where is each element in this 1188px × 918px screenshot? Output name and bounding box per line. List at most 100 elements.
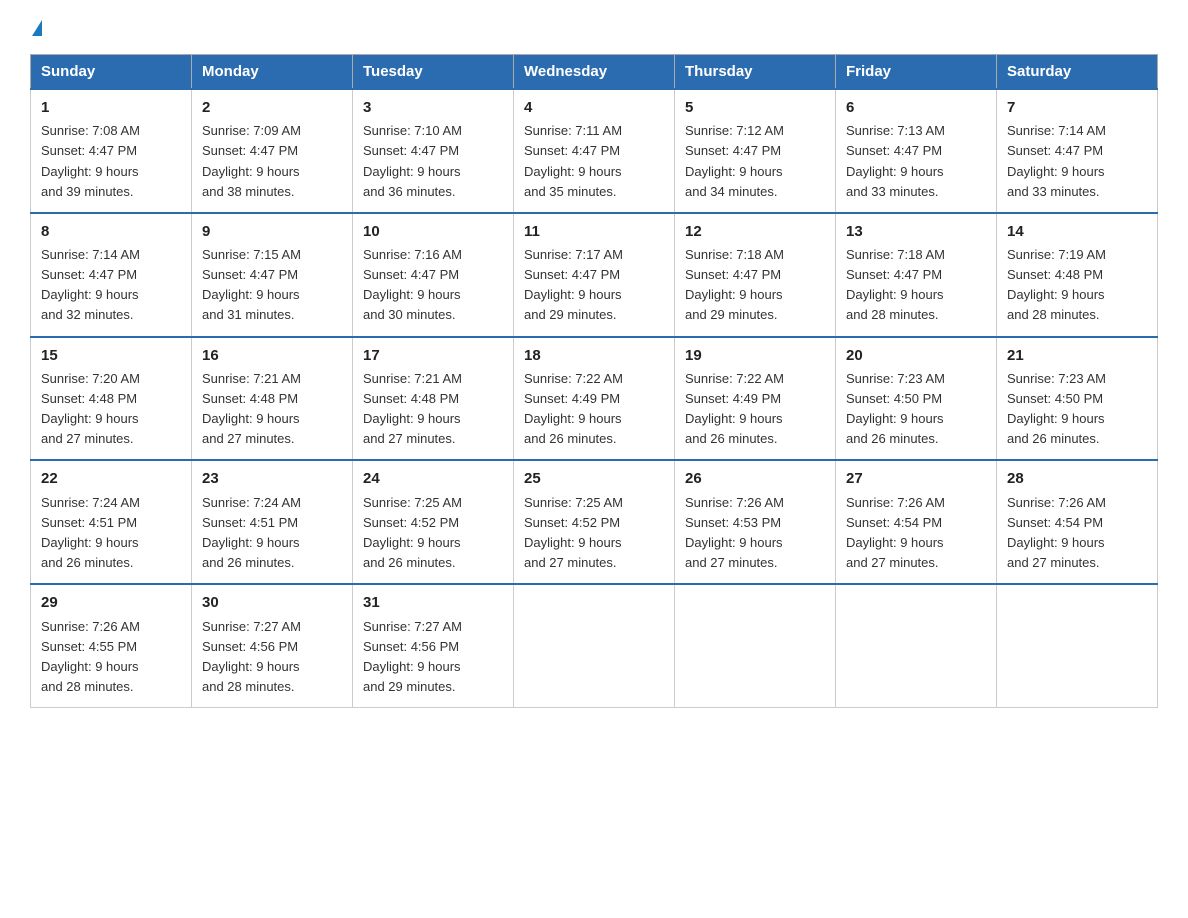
day-of-week-header: Saturday bbox=[997, 55, 1158, 90]
day-sunrise: Sunrise: 7:25 AM bbox=[363, 495, 462, 510]
day-sunset: Sunset: 4:47 PM bbox=[363, 267, 459, 282]
day-sunrise: Sunrise: 7:23 AM bbox=[1007, 371, 1106, 386]
day-number: 17 bbox=[363, 344, 503, 367]
day-daylight: Daylight: 9 hours bbox=[1007, 535, 1105, 550]
day-sunset: Sunset: 4:51 PM bbox=[202, 515, 298, 530]
day-of-week-header: Tuesday bbox=[353, 55, 514, 90]
day-daylight: Daylight: 9 hours bbox=[41, 411, 139, 426]
calendar-cell: 25 Sunrise: 7:25 AM Sunset: 4:52 PM Dayl… bbox=[514, 460, 675, 584]
day-sunset: Sunset: 4:49 PM bbox=[685, 391, 781, 406]
day-daylight: Daylight: 9 hours bbox=[363, 535, 461, 550]
calendar-cell: 15 Sunrise: 7:20 AM Sunset: 4:48 PM Dayl… bbox=[31, 337, 192, 461]
day-sunset: Sunset: 4:48 PM bbox=[1007, 267, 1103, 282]
day-daylight: Daylight: 9 hours bbox=[846, 411, 944, 426]
day-number: 2 bbox=[202, 96, 342, 119]
day-of-week-header: Wednesday bbox=[514, 55, 675, 90]
day-sunrise: Sunrise: 7:27 AM bbox=[202, 619, 301, 634]
day-number: 22 bbox=[41, 467, 181, 490]
day-number: 5 bbox=[685, 96, 825, 119]
calendar-cell: 18 Sunrise: 7:22 AM Sunset: 4:49 PM Dayl… bbox=[514, 337, 675, 461]
calendar-cell: 22 Sunrise: 7:24 AM Sunset: 4:51 PM Dayl… bbox=[31, 460, 192, 584]
day-sunrise: Sunrise: 7:26 AM bbox=[41, 619, 140, 634]
day-number: 7 bbox=[1007, 96, 1147, 119]
logo-triangle-icon bbox=[32, 20, 42, 36]
day-daylight-minutes: and 26 minutes. bbox=[202, 555, 295, 570]
day-daylight-minutes: and 29 minutes. bbox=[363, 679, 456, 694]
calendar-cell: 12 Sunrise: 7:18 AM Sunset: 4:47 PM Dayl… bbox=[675, 213, 836, 337]
day-sunrise: Sunrise: 7:08 AM bbox=[41, 123, 140, 138]
day-daylight-minutes: and 27 minutes. bbox=[846, 555, 939, 570]
day-daylight-minutes: and 27 minutes. bbox=[524, 555, 617, 570]
day-number: 1 bbox=[41, 96, 181, 119]
day-daylight-minutes: and 28 minutes. bbox=[202, 679, 295, 694]
day-daylight: Daylight: 9 hours bbox=[685, 535, 783, 550]
day-sunrise: Sunrise: 7:16 AM bbox=[363, 247, 462, 262]
day-daylight-minutes: and 29 minutes. bbox=[524, 307, 617, 322]
calendar-cell: 6 Sunrise: 7:13 AM Sunset: 4:47 PM Dayli… bbox=[836, 89, 997, 213]
calendar-cell: 2 Sunrise: 7:09 AM Sunset: 4:47 PM Dayli… bbox=[192, 89, 353, 213]
calendar-cell: 29 Sunrise: 7:26 AM Sunset: 4:55 PM Dayl… bbox=[31, 584, 192, 707]
day-daylight: Daylight: 9 hours bbox=[41, 164, 139, 179]
day-number: 14 bbox=[1007, 220, 1147, 243]
day-daylight-minutes: and 26 minutes. bbox=[846, 431, 939, 446]
day-sunrise: Sunrise: 7:24 AM bbox=[202, 495, 301, 510]
day-number: 30 bbox=[202, 591, 342, 614]
day-daylight: Daylight: 9 hours bbox=[524, 287, 622, 302]
day-sunset: Sunset: 4:54 PM bbox=[1007, 515, 1103, 530]
day-sunset: Sunset: 4:56 PM bbox=[363, 639, 459, 654]
day-daylight: Daylight: 9 hours bbox=[1007, 287, 1105, 302]
calendar-cell bbox=[997, 584, 1158, 707]
day-daylight-minutes: and 31 minutes. bbox=[202, 307, 295, 322]
day-sunrise: Sunrise: 7:20 AM bbox=[41, 371, 140, 386]
day-sunset: Sunset: 4:47 PM bbox=[846, 143, 942, 158]
calendar-cell: 20 Sunrise: 7:23 AM Sunset: 4:50 PM Dayl… bbox=[836, 337, 997, 461]
day-number: 25 bbox=[524, 467, 664, 490]
day-daylight-minutes: and 26 minutes. bbox=[1007, 431, 1100, 446]
day-daylight-minutes: and 26 minutes. bbox=[685, 431, 778, 446]
calendar-cell: 27 Sunrise: 7:26 AM Sunset: 4:54 PM Dayl… bbox=[836, 460, 997, 584]
day-daylight: Daylight: 9 hours bbox=[846, 287, 944, 302]
calendar-cell bbox=[836, 584, 997, 707]
day-daylight: Daylight: 9 hours bbox=[846, 164, 944, 179]
day-daylight-minutes: and 27 minutes. bbox=[685, 555, 778, 570]
day-of-week-header: Thursday bbox=[675, 55, 836, 90]
day-number: 19 bbox=[685, 344, 825, 367]
day-sunset: Sunset: 4:48 PM bbox=[41, 391, 137, 406]
day-of-week-header: Monday bbox=[192, 55, 353, 90]
day-sunset: Sunset: 4:51 PM bbox=[41, 515, 137, 530]
day-number: 12 bbox=[685, 220, 825, 243]
day-daylight-minutes: and 27 minutes. bbox=[41, 431, 134, 446]
calendar-cell: 30 Sunrise: 7:27 AM Sunset: 4:56 PM Dayl… bbox=[192, 584, 353, 707]
day-sunrise: Sunrise: 7:17 AM bbox=[524, 247, 623, 262]
day-number: 20 bbox=[846, 344, 986, 367]
calendar-cell: 26 Sunrise: 7:26 AM Sunset: 4:53 PM Dayl… bbox=[675, 460, 836, 584]
calendar-cell: 17 Sunrise: 7:21 AM Sunset: 4:48 PM Dayl… bbox=[353, 337, 514, 461]
day-daylight: Daylight: 9 hours bbox=[363, 164, 461, 179]
day-daylight: Daylight: 9 hours bbox=[685, 164, 783, 179]
calendar-cell: 16 Sunrise: 7:21 AM Sunset: 4:48 PM Dayl… bbox=[192, 337, 353, 461]
day-sunrise: Sunrise: 7:19 AM bbox=[1007, 247, 1106, 262]
day-sunset: Sunset: 4:49 PM bbox=[524, 391, 620, 406]
day-daylight: Daylight: 9 hours bbox=[41, 535, 139, 550]
day-number: 29 bbox=[41, 591, 181, 614]
day-daylight-minutes: and 30 minutes. bbox=[363, 307, 456, 322]
week-row: 8 Sunrise: 7:14 AM Sunset: 4:47 PM Dayli… bbox=[31, 213, 1158, 337]
week-row: 22 Sunrise: 7:24 AM Sunset: 4:51 PM Dayl… bbox=[31, 460, 1158, 584]
day-sunset: Sunset: 4:47 PM bbox=[846, 267, 942, 282]
day-number: 3 bbox=[363, 96, 503, 119]
day-daylight-minutes: and 28 minutes. bbox=[1007, 307, 1100, 322]
day-daylight: Daylight: 9 hours bbox=[685, 287, 783, 302]
day-sunrise: Sunrise: 7:26 AM bbox=[1007, 495, 1106, 510]
day-sunset: Sunset: 4:50 PM bbox=[1007, 391, 1103, 406]
day-number: 23 bbox=[202, 467, 342, 490]
day-sunset: Sunset: 4:47 PM bbox=[41, 143, 137, 158]
day-sunset: Sunset: 4:47 PM bbox=[685, 143, 781, 158]
day-sunrise: Sunrise: 7:26 AM bbox=[846, 495, 945, 510]
day-number: 28 bbox=[1007, 467, 1147, 490]
day-sunrise: Sunrise: 7:25 AM bbox=[524, 495, 623, 510]
day-number: 4 bbox=[524, 96, 664, 119]
day-daylight: Daylight: 9 hours bbox=[846, 535, 944, 550]
day-daylight: Daylight: 9 hours bbox=[524, 164, 622, 179]
day-sunset: Sunset: 4:54 PM bbox=[846, 515, 942, 530]
calendar-cell: 3 Sunrise: 7:10 AM Sunset: 4:47 PM Dayli… bbox=[353, 89, 514, 213]
